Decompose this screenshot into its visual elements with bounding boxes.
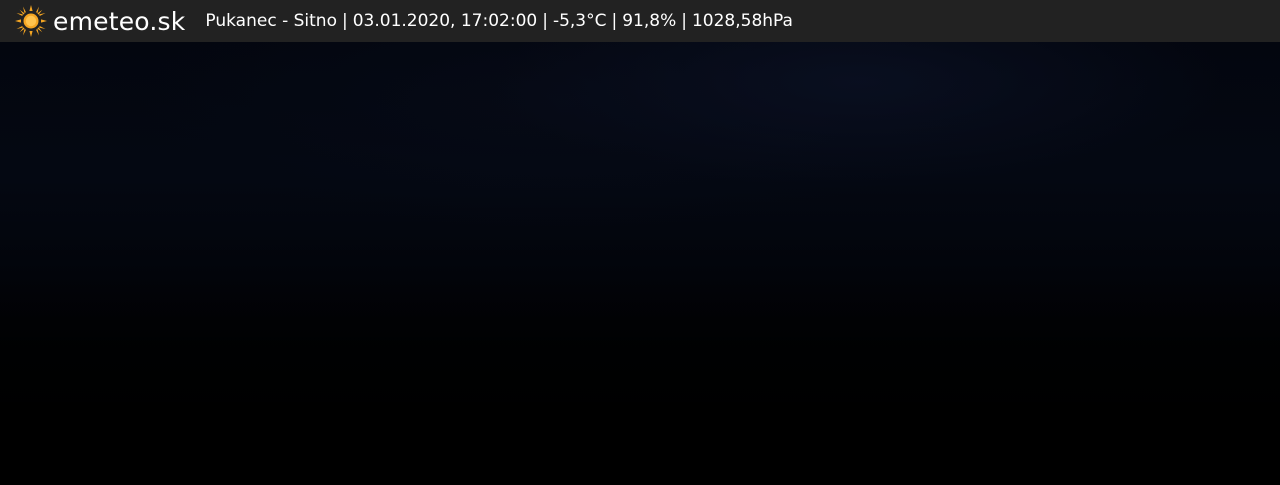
separator: | bbox=[542, 10, 548, 31]
webcam-frame: emeteo.sk Pukanec - Sitno | 03.01.2020, 17… bbox=[0, 0, 1280, 485]
separator: | bbox=[611, 10, 618, 31]
separator: | bbox=[681, 10, 687, 31]
webcam-image bbox=[0, 42, 1280, 485]
datetime-label: 03.01.2020, 17:02:00 bbox=[352, 10, 538, 31]
location-label: Pukanec - Sitno bbox=[205, 10, 337, 31]
brand-logo[interactable]: emeteo.sk bbox=[14, 4, 185, 38]
brand-name: emeteo.sk bbox=[53, 6, 186, 36]
sun-icon bbox=[15, 5, 47, 37]
caption-bar: emeteo.sk Pukanec - Sitno | 03.01.2020, 17… bbox=[0, 0, 1280, 42]
temperature-label: -5,3°C bbox=[552, 10, 607, 31]
dark-landscape bbox=[0, 262, 1280, 485]
weather-caption: Pukanec - Sitno | 03.01.2020, 17:02:00 | -5,… bbox=[205, 10, 793, 31]
humidity-label: 91,8% bbox=[622, 10, 677, 31]
separator: | bbox=[341, 10, 348, 31]
pressure-label: 1028,58hPa bbox=[691, 10, 793, 31]
